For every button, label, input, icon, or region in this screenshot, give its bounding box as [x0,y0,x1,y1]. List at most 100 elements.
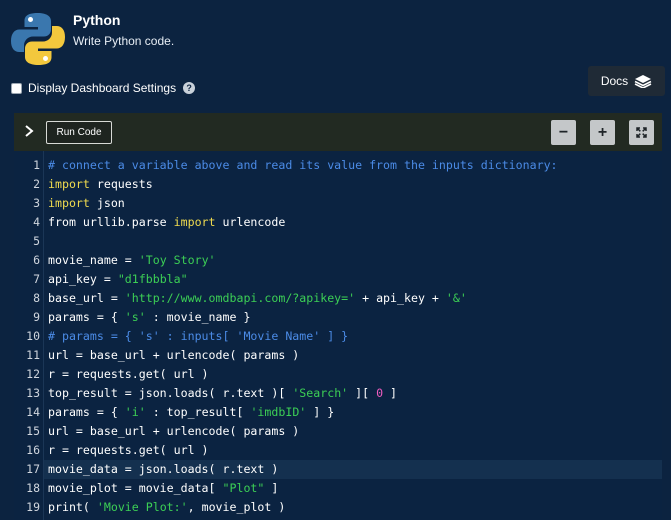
code-token: 'Toy Story' [138,253,216,267]
question-circle-icon[interactable]: ? [183,82,196,94]
code-token: 's' [124,310,146,324]
line-number: 19 [26,500,40,514]
code-token: from urllib.parse [48,215,174,229]
code-line[interactable]: params = { 's' : movie_name } [44,308,662,327]
code-line[interactable]: url = base_url + urlencode( params ) [44,346,662,365]
app-subtitle: Write Python code. [73,34,175,48]
code-line-text: print( 'Movie Plot:', movie_plot ) [48,498,285,517]
app-title: Python [73,12,121,28]
code-token: , movie_plot ) [187,500,286,514]
code-token: ] [383,386,398,400]
code-line[interactable]: params = { 'i' : top_result[ 'imdbID' ] … [44,403,662,422]
run-code-button[interactable]: Run Code [46,121,112,144]
line-number: 3 [33,196,40,210]
docs-button[interactable]: Docs [588,66,665,96]
code-line-text: params = { 's' : movie_name } [48,308,250,327]
zoom-in-button[interactable]: + [590,120,615,145]
code-line-text: top_result = json.loads( r.text )[ 'Sear… [48,384,397,403]
code-token: ] [264,481,279,495]
code-line-text: # params = { 's' : inputs[ 'Movie Name' … [48,327,348,346]
code-line-text: import requests [48,175,153,194]
code-token: base_url = [48,291,125,305]
code-line[interactable]: # params = { 's' : inputs[ 'Movie Name' … [44,327,662,346]
code-token: + api_key + [355,291,446,305]
code-token: 'imdbID' [250,405,307,419]
code-line[interactable]: r = requests.get( url ) [44,441,662,460]
code-token: json [89,196,125,210]
code-line[interactable]: r = requests.get( url ) [44,365,662,384]
code-line[interactable] [44,232,662,251]
dashboard-settings-label[interactable]: Display Dashboard Settings [28,81,176,95]
code-token: r = requests.get( url ) [48,367,209,381]
line-number: 16 [26,443,40,457]
code-token: movie_name = [48,253,139,267]
code-token: : top_result[ [145,405,251,419]
dashboard-settings-toggle[interactable]: Display Dashboard Settings ? [11,80,196,96]
code-line-text: api_key = "d1fbbbla" [48,270,188,289]
code-token: import [48,196,90,210]
code-line-text: movie_plot = movie_data[ "Plot" ] [48,479,278,498]
line-number: 10 [26,329,40,343]
code-line-text: params = { 'i' : top_result[ 'imdbID' ] … [48,403,334,422]
code-token: # params = { 's' : inputs[ 'Movie Name' … [48,329,349,343]
code-line[interactable]: print( 'Movie Plot:', movie_plot ) [44,498,662,517]
code-token: 'i' [124,405,146,419]
code-token: requests [89,177,153,191]
line-number: 12 [26,367,40,381]
line-number: 17 [26,462,40,476]
code-token: url = base_url + urlencode( params ) [48,424,300,438]
code-editor: Run Code − + 1 2 3 4 5 6 7 8 9 10 11 12 13 14 15 16 17 18… [14,113,662,520]
code-line[interactable]: from urllib.parse import urlencode [44,213,662,232]
line-number: 2 [33,177,40,191]
code-token: r = requests.get( url ) [48,443,209,457]
line-number: 5 [33,234,40,248]
code-line[interactable]: # connect a variable above and read its … [44,156,662,175]
line-number: 18 [26,481,40,495]
code-area[interactable]: # connect a variable above and read its … [44,151,662,520]
code-line-text: r = requests.get( url ) [48,441,209,460]
code-token: '&' [445,291,467,305]
code-line-text: from urllib.parse import urlencode [48,213,285,232]
line-number: 1 [33,158,40,172]
code-token: movie_plot = movie_data[ [48,481,223,495]
line-number-gutter: 1 2 3 4 5 6 7 8 9 10 11 12 13 14 15 16 17 18 19 [14,151,44,520]
code-token: urlencode [215,215,286,229]
code-line[interactable]: import json [44,194,662,213]
code-token: import [48,177,90,191]
code-line[interactable]: base_url = 'http://www.omdbapi.com/?apik… [44,289,662,308]
code-line[interactable]: top_result = json.loads( r.text )[ 'Sear… [44,384,662,403]
line-number: 13 [26,386,40,400]
zoom-out-button[interactable]: − [551,120,576,145]
line-number: 4 [33,215,40,229]
code-token: top_result = json.loads( r.text )[ [48,386,293,400]
code-line-text: url = base_url + urlencode( params ) [48,346,299,365]
code-line-text: url = base_url + urlencode( params ) [48,422,299,441]
code-token: 'Search' [292,386,349,400]
code-token: params = { [48,405,125,419]
line-number: 7 [33,272,40,286]
minus-icon: − [558,123,569,141]
code-line-text: movie_name = 'Toy Story' [48,251,216,270]
code-token: print( [48,500,97,514]
chevron-right-icon[interactable] [22,124,36,138]
code-line-text: base_url = 'http://www.omdbapi.com/?apik… [48,289,467,308]
code-line[interactable]: movie_name = 'Toy Story' [44,251,662,270]
code-line-text: r = requests.get( url ) [48,365,209,384]
line-number: 6 [33,253,40,267]
python-logo-icon [11,13,65,65]
line-number: 14 [26,405,40,419]
code-line[interactable]: movie_data = json.loads( r.text ) [44,460,662,479]
fullscreen-button[interactable] [629,120,654,145]
code-line[interactable]: api_key = "d1fbbbla" [44,270,662,289]
code-line[interactable]: url = base_url + urlencode( params ) [44,422,662,441]
code-line[interactable]: movie_plot = movie_data[ "Plot" ] [44,479,662,498]
code-token: ][ [348,386,377,400]
code-line[interactable]: import requests [44,175,662,194]
dashboard-settings-checkbox[interactable] [11,82,22,94]
code-token: params = { [48,310,125,324]
code-token: "d1fbbbla" [117,272,188,286]
code-line-text: movie_data = json.loads( r.text ) [48,460,278,479]
code-token: url = base_url + urlencode( params ) [48,348,300,362]
code-token: # connect a variable above and read its … [48,158,558,172]
editor-toolbar: Run Code − + [14,113,662,151]
